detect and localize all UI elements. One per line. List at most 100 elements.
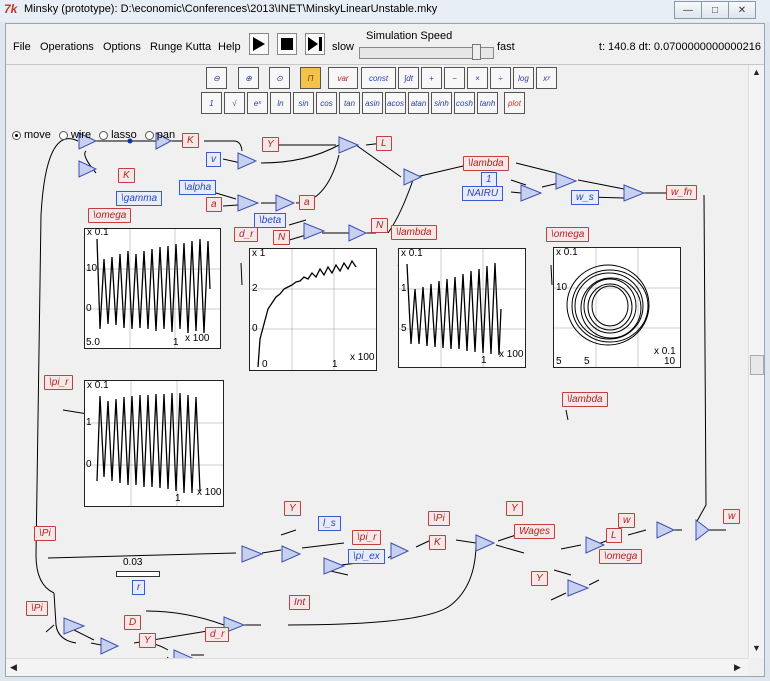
var-Y[interactable]: Y [262, 137, 279, 152]
var-L[interactable]: L [606, 528, 622, 543]
param-w-s[interactable]: w_s [571, 190, 599, 205]
var-K[interactable]: K [118, 168, 135, 183]
palette-integrate[interactable]: ∫dt [398, 67, 419, 89]
palette-sinh[interactable]: sinh [431, 92, 452, 114]
var-Pi[interactable]: \Pi [428, 511, 450, 526]
param-beta[interactable]: \beta [254, 213, 287, 228]
var-D[interactable]: D [124, 615, 142, 630]
model-canvas[interactable]: move wire lasso pan ⊖ ⊕ ⊙ Π var const ∫d… [6, 65, 748, 658]
plot-lambda[interactable]: x 0.1 1 5 x 100 1 [398, 248, 526, 368]
palette-sin[interactable]: sin [293, 92, 314, 114]
param-NAIRU[interactable]: NAIRU [462, 186, 504, 201]
palette-asin[interactable]: asin [362, 92, 383, 114]
run-button[interactable] [249, 33, 269, 55]
mode-move[interactable]: move [12, 129, 51, 141]
mode-wire[interactable]: wire [58, 129, 91, 141]
scroll-right-icon[interactable]: ▶ [734, 662, 741, 673]
var-N[interactable]: N [273, 230, 291, 245]
param-v[interactable]: v [206, 152, 221, 167]
palette-zoom-reset[interactable]: ⊙ [269, 67, 290, 89]
palette-zoom-out[interactable]: ⊖ [206, 67, 227, 89]
var-Y[interactable]: Y [506, 501, 523, 516]
var-lambda[interactable]: \lambda [463, 156, 509, 171]
menu-options[interactable]: Options [103, 41, 141, 53]
palette-const-one[interactable]: 1 [201, 92, 222, 114]
palette-var[interactable]: var [328, 67, 358, 89]
var-Y[interactable]: Y [284, 501, 301, 516]
palette-log[interactable]: log [513, 67, 534, 89]
menu-runge-kutta[interactable]: Runge Kutta [150, 41, 211, 53]
var-w-fn[interactable]: w_fn [666, 185, 698, 200]
param-l-s[interactable]: l_s [318, 516, 341, 531]
maximize-button[interactable]: □ [702, 1, 729, 19]
menu-operations[interactable]: Operations [40, 41, 94, 53]
var-Pi[interactable]: \Pi [26, 601, 48, 616]
palette-godley[interactable]: Π [300, 67, 321, 89]
palette-zoom-in[interactable]: ⊕ [238, 67, 259, 89]
palette-add[interactable]: + [421, 67, 442, 89]
plot-omega[interactable]: x 0.1 10 0 5.0 x 100 1 [84, 227, 221, 349]
var-L[interactable]: L [376, 136, 392, 151]
palette-cosh[interactable]: cosh [454, 92, 475, 114]
stop-button[interactable] [277, 33, 297, 55]
var-w[interactable]: w [723, 509, 741, 524]
var-a[interactable]: a [299, 195, 315, 210]
scroll-left-icon[interactable]: ◀ [10, 662, 17, 673]
palette-acos[interactable]: acos [385, 92, 406, 114]
palette-cos[interactable]: cos [316, 92, 337, 114]
mode-lasso[interactable]: lasso [99, 129, 137, 141]
plot-pi-r[interactable]: x 0.1 1 0 x 100 1 [84, 380, 224, 507]
var-Wages[interactable]: Wages [514, 524, 555, 539]
palette-const[interactable]: const [361, 67, 396, 89]
palette-atan[interactable]: atan [408, 92, 429, 114]
palette-tan[interactable]: tan [339, 92, 360, 114]
palette-exp[interactable]: eˣ [247, 92, 268, 114]
var-pi-r[interactable]: \pi_r [352, 530, 382, 545]
const-one[interactable]: 1 [481, 172, 497, 187]
r-slider[interactable] [116, 571, 160, 577]
palette-multiply[interactable]: × [467, 67, 488, 89]
close-button[interactable]: ✕ [729, 1, 756, 19]
palette-tanh[interactable]: tanh [477, 92, 498, 114]
var-omega[interactable]: \omega [546, 227, 590, 242]
var-Int[interactable]: Int [289, 595, 311, 610]
palette-plot[interactable]: plot [504, 92, 525, 114]
vertical-scrollbar[interactable]: ▲ ▼ [748, 65, 764, 658]
var-a[interactable]: a [206, 197, 222, 212]
var-omega[interactable]: \omega [88, 208, 132, 223]
var-d-r[interactable]: d_r [234, 227, 259, 242]
scroll-thumb[interactable] [750, 355, 764, 375]
var-d-r[interactable]: d_r [205, 627, 230, 642]
palette-sqrt[interactable]: √ [224, 92, 245, 114]
param-gamma[interactable]: \gamma [116, 191, 163, 206]
var-K[interactable]: K [182, 133, 199, 148]
param-pi-ex[interactable]: \pi_ex [348, 549, 385, 564]
var-Y[interactable]: Y [139, 633, 156, 648]
palette-subtract[interactable]: − [444, 67, 465, 89]
menu-file[interactable]: File [13, 41, 31, 53]
menu-help[interactable]: Help [218, 41, 241, 53]
scroll-up-icon[interactable]: ▲ [752, 67, 761, 77]
palette-ln[interactable]: ln [270, 92, 291, 114]
var-lambda[interactable]: \lambda [391, 225, 437, 240]
step-button[interactable] [305, 33, 325, 55]
plot-phase[interactable]: x 0.1 10 5 x 0.1 5 10 [553, 247, 681, 368]
var-Y[interactable]: Y [531, 571, 548, 586]
var-w[interactable]: w [618, 513, 636, 528]
speed-slider-thumb[interactable] [472, 44, 481, 60]
mode-pan[interactable]: pan [144, 129, 175, 141]
horizontal-scrollbar[interactable]: ◀ ▶ [6, 658, 748, 676]
minimize-button[interactable]: — [674, 1, 702, 19]
param-alpha[interactable]: \alpha [179, 180, 217, 195]
var-Pi[interactable]: \Pi [34, 526, 56, 541]
var-N[interactable]: N [371, 218, 389, 233]
var-omega[interactable]: \omega [599, 549, 643, 564]
var-pi-r[interactable]: \pi_r [44, 375, 74, 390]
var-lambda[interactable]: \lambda [562, 392, 608, 407]
scroll-down-icon[interactable]: ▼ [752, 643, 761, 653]
palette-pow[interactable]: xʸ [536, 67, 557, 89]
plot-d-r[interactable]: x 1 2 0 x 100 1 0 [249, 248, 377, 371]
param-r[interactable]: r [132, 580, 146, 595]
var-K[interactable]: K [429, 535, 446, 550]
palette-divide[interactable]: ÷ [490, 67, 511, 89]
